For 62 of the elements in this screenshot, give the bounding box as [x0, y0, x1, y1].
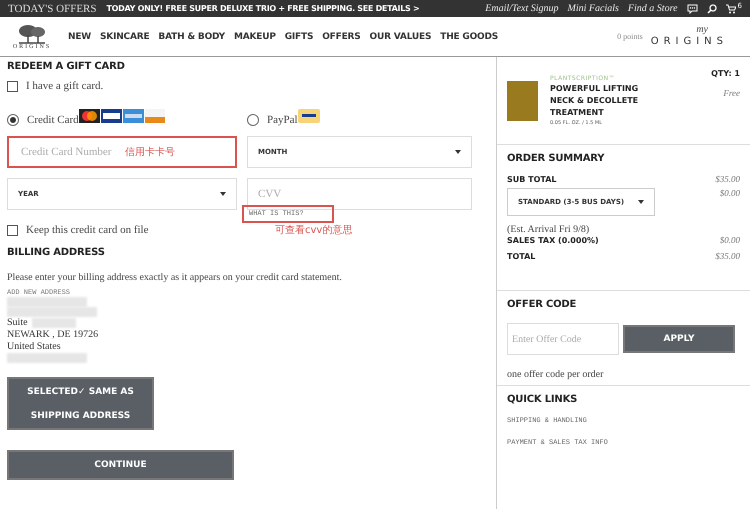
nav-item[interactable]: NEW — [68, 32, 92, 42]
annotation-note: 信用卡卡号 — [125, 146, 175, 159]
nav-item[interactable]: OFFERS — [322, 32, 361, 42]
section-heading: ORDER SUMMARY — [507, 153, 606, 164]
nav-item[interactable]: MAKEUP — [234, 32, 276, 42]
nav-item[interactable]: GIFTS — [284, 32, 314, 42]
top-link[interactable]: Find a Store — [628, 3, 678, 14]
logo-script-text[interactable]: my — [696, 25, 708, 35]
radio-label: PayPal — [267, 114, 298, 126]
radio-button[interactable] — [247, 114, 259, 126]
summary-value: $0.00 — [720, 235, 740, 245]
cart-icon[interactable] — [726, 4, 736, 14]
summary-value: $0.00 — [720, 188, 740, 198]
checkbox[interactable] — [7, 80, 18, 92]
points-text: 0 points — [617, 32, 643, 41]
summary-value: $35.00 — [715, 251, 740, 261]
radio-button[interactable] — [7, 114, 19, 126]
section-heading: OFFER CODE — [507, 299, 578, 310]
address-line: Suite — [7, 317, 28, 329]
summary-value: $35.00 — [715, 174, 740, 184]
nav-item[interactable]: SKINCARE — [100, 32, 150, 42]
tree-logo-icon — [17, 24, 47, 44]
checkbox[interactable] — [7, 224, 18, 236]
nav-item[interactable]: THE GOODS — [440, 32, 498, 42]
nav-item[interactable]: OUR VALUES — [370, 32, 432, 42]
promo-link[interactable]: TODAY ONLY! FREE SUPER DELUXE TRIO + FREE SHIPPING. SEE DETAILS > — [106, 4, 420, 13]
summary-label: SALES TAX (0.000%) — [507, 236, 599, 244]
address-line: United States — [7, 341, 61, 353]
product-price: Free — [723, 88, 740, 98]
product-image — [507, 80, 538, 120]
caret-icon — [455, 150, 461, 154]
top-link[interactable]: Email/Text Signup — [485, 3, 559, 14]
offer-note: one offer code per order — [507, 369, 604, 380]
section-heading: REDEEM A GIFT CARD — [7, 61, 126, 72]
checkbox-label: I have a gift card. — [26, 80, 104, 92]
search-icon[interactable] — [706, 4, 717, 14]
apply-button[interactable]: APPLY — [623, 325, 735, 353]
continue-button[interactable]: CONTINUE — [7, 450, 234, 480]
nav-item[interactable]: BATH & BODY — [158, 32, 225, 42]
account-logo-text[interactable]: ORIGINS — [650, 36, 728, 48]
product-qty: QTY: 1 — [711, 69, 740, 78]
section-heading: QUICK LINKS — [507, 394, 578, 405]
summary-label: SUB TOTAL — [507, 174, 557, 184]
arrival-note: (Est. Arrival Fri 9/8) — [507, 224, 590, 235]
product-name: POWERFUL LIFTING NECK & DECOLLETE TREATMENT — [550, 83, 640, 119]
checkbox-label: Keep this credit card on file — [26, 224, 148, 236]
caret-icon — [220, 192, 226, 196]
top-link[interactable]: Mini Facials — [568, 3, 619, 14]
card-number-field[interactable]: Credit Card Number — [19, 145, 117, 159]
chat-icon[interactable] — [686, 4, 698, 14]
offer-code-field[interactable]: Enter Offer Code — [507, 323, 619, 355]
cvv-field[interactable]: CVV — [247, 178, 472, 210]
section-heading: BILLING ADDRESS — [7, 247, 106, 258]
offers-label: TODAY'S OFFERS — [8, 2, 96, 14]
address-line: NEWARK , DE 19726 — [7, 329, 98, 341]
caret-icon — [638, 200, 644, 204]
same-as-shipping-button[interactable]: SELECTED✓ SAME AS SHIPPING ADDRESS — [7, 377, 154, 430]
billing-instructions: Please enter your billing address exactly as it appears on your credit card statement. — [7, 272, 343, 283]
paypal-badge-icon — [298, 109, 320, 123]
radio-label: Credit Card — [27, 114, 79, 126]
annotation-note: 可查看cvv的意思 — [275, 224, 352, 237]
summary-label: TOTAL — [507, 252, 536, 260]
